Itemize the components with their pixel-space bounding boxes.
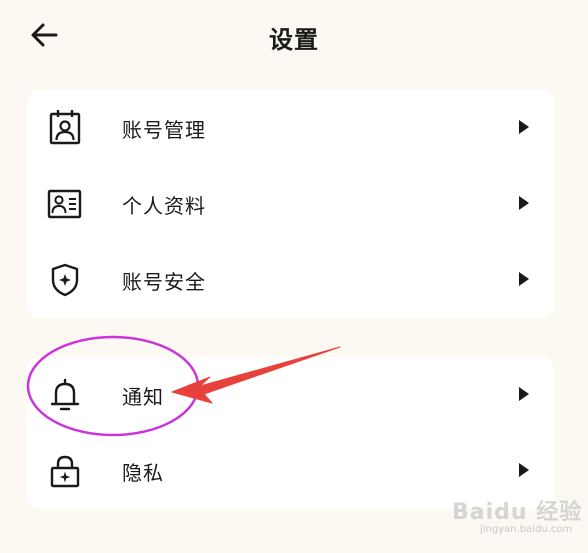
watermark-url: jingyan.baidu.com [480, 524, 573, 535]
settings-item-label: 账号安全 [122, 270, 206, 294]
settings-item-profile[interactable]: 个人资料 [27, 166, 554, 242]
settings-item-label: 个人资料 [122, 194, 206, 218]
settings-item-label: 通知 [122, 385, 164, 409]
id-card-icon [47, 189, 82, 219]
settings-item-label: 隐私 [122, 461, 164, 485]
triangle-right-icon [519, 463, 529, 477]
watermark-logo: Baidu 经验 [452, 500, 583, 525]
lock-icon [50, 455, 80, 488]
account-badge-icon [49, 110, 81, 145]
settings-item-label: 账号管理 [122, 118, 206, 142]
shield-icon [51, 263, 79, 297]
settings-item-account-management[interactable]: 账号管理 [27, 90, 554, 166]
page-title: 设置 [269, 26, 319, 54]
settings-group-general: 通知 隐私 [27, 357, 554, 509]
triangle-right-icon [519, 272, 529, 286]
triangle-right-icon [519, 196, 529, 210]
settings-item-notifications[interactable]: 通知 [27, 357, 554, 433]
triangle-right-icon [519, 120, 529, 134]
header: 设置 [0, 0, 588, 74]
settings-group-account: 账号管理 个人资料 账号安全 [27, 90, 554, 318]
triangle-right-icon [519, 387, 529, 401]
bell-icon [50, 378, 80, 411]
settings-item-account-security[interactable]: 账号安全 [27, 242, 554, 318]
